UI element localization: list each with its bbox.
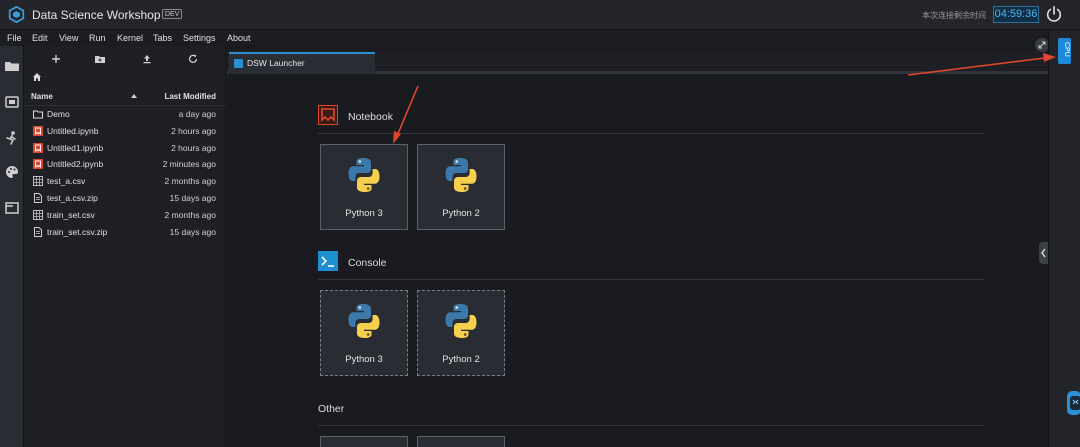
file-row[interactable]: train_set.csv 2 months ago [24,207,226,223]
tab-bar: DSW Launcher [227,50,1048,74]
notebook-file-icon [33,125,43,136]
file-row[interactable]: Untitled.ipynb 2 hours ago [24,123,226,139]
column-last-modified[interactable]: Last Modified [164,92,216,101]
file-browser-panel: Name Last Modified Demo a day ago Untitled… [24,46,226,447]
notebook-python2-card[interactable]: Python 2 [417,144,505,230]
chevron-left-icon [1041,248,1046,258]
menu-about[interactable]: About [227,33,251,43]
csv-file-icon [33,176,43,187]
section-divider [318,279,985,280]
refresh-icon[interactable] [187,53,199,65]
new-folder-icon[interactable] [94,53,106,65]
kernel-label: Python 3 [345,208,383,219]
launcher-panel: Notebook Python 3 Python 2 Console Pytho… [227,77,1048,447]
file-name: train_set.csv [47,209,95,220]
file-row[interactable]: train_set.csv.zip 15 days ago [24,224,226,240]
file-name: Untitled.ipynb [47,125,99,136]
other-card[interactable] [417,436,505,447]
menu-view[interactable]: View [59,33,78,43]
home-icon[interactable] [32,72,42,82]
file-modified: 2 minutes ago [162,159,216,170]
file-row[interactable]: test_a.csv.zip 15 days ago [24,190,226,206]
console-section-icon [318,251,338,271]
palette-icon[interactable] [4,164,20,180]
python-logo-icon [348,304,380,338]
session-timer: 04:59:36 [993,6,1039,23]
column-name[interactable]: Name [31,92,53,101]
kernel-label: Python 3 [345,354,383,365]
sort-ascending-icon[interactable] [131,94,137,98]
file-modified: 15 days ago [169,226,216,237]
file-modified: 2 hours ago [171,125,216,136]
menu-settings[interactable]: Settings [183,33,216,43]
tabs-icon[interactable] [4,200,20,216]
new-launcher-icon[interactable] [50,53,62,65]
file-name: Untitled2.ipynb [47,159,104,170]
right-sidebar: CPU [1048,30,1080,447]
file-file-icon [34,226,42,237]
file-modified: 2 hours ago [171,142,216,153]
menu-run[interactable]: Run [89,33,106,43]
file-modified: 2 months ago [164,209,216,220]
console-python2-card[interactable]: Python 2 [417,290,505,376]
file-modified: a day ago [178,109,216,119]
section-divider [318,133,985,134]
app-title: Data Science Workshop [32,8,161,22]
file-name: train_set.csv.zip [47,226,108,237]
file-row[interactable]: Untitled2.ipynb 2 minutes ago [24,156,226,172]
main-area: DSW Launcher Notebook Python 3 Python 2 … [227,38,1049,447]
python-logo-icon [348,158,380,192]
section-title-console: Console [348,257,387,269]
menu-tabs[interactable]: Tabs [153,33,172,43]
app-logo-icon [8,6,25,23]
console-python3-card[interactable]: Python 3 [320,290,408,376]
file-name: Demo [47,109,70,119]
notebook-file-icon [33,142,43,153]
top-bar: Data Science Workshop DEV 本次连接剩余时间 04:59… [0,0,1080,30]
section-divider [318,425,985,426]
collapse-panel-handle[interactable] [1039,242,1048,264]
running-icon[interactable] [4,94,20,110]
session-remaining-label: 本次连接剩余时间 [922,11,986,20]
assistant-robot-icon[interactable] [1065,387,1080,419]
file-file-icon [34,193,42,203]
file-list-header: Name Last Modified [24,88,226,106]
python-logo-icon [445,304,477,338]
file-row[interactable]: test_a.csv 2 months ago [24,173,226,189]
activity-bar [0,46,24,447]
section-title-other: Other [318,403,345,415]
file-row[interactable]: Demo a day ago [24,106,226,122]
file-modified: 2 months ago [164,176,216,187]
cpu-tab[interactable]: CPU [1058,38,1071,64]
other-card[interactable] [320,436,408,447]
launcher-icon [234,59,243,68]
folder-file-icon [33,110,43,119]
file-name: Untitled1.ipynb [47,142,104,153]
upload-icon[interactable] [141,53,153,65]
cpu-label: CPU [1063,42,1070,57]
notebook-section-icon [318,105,338,125]
file-row[interactable]: Untitled1.ipynb 2 hours ago [24,140,226,156]
menu-edit[interactable]: Edit [32,33,48,43]
file-modified: 15 days ago [169,193,216,203]
folder-icon[interactable] [4,58,20,74]
file-name: test_a.csv.zip [47,193,98,203]
notebook-python3-card[interactable]: Python 3 [320,144,408,230]
expand-icon[interactable] [1035,38,1049,52]
tab-label: DSW Launcher [247,58,305,68]
section-title-notebook: Notebook [348,111,393,123]
kernel-label: Python 2 [442,208,480,219]
file-name: test_a.csv [47,176,86,187]
power-icon[interactable] [1045,5,1063,23]
notebook-file-icon [33,159,43,170]
tab-dsw-launcher[interactable]: DSW Launcher [229,52,375,74]
env-badge: DEV [162,9,183,19]
menu-bar: File Edit View Run Kernel Tabs Settings … [0,30,1048,46]
csv-file-icon [33,209,43,220]
python-logo-icon [445,158,477,192]
menu-file[interactable]: File [7,33,22,43]
person-icon[interactable] [4,130,20,146]
kernel-label: Python 2 [442,354,480,365]
menu-kernel[interactable]: Kernel [117,33,143,43]
